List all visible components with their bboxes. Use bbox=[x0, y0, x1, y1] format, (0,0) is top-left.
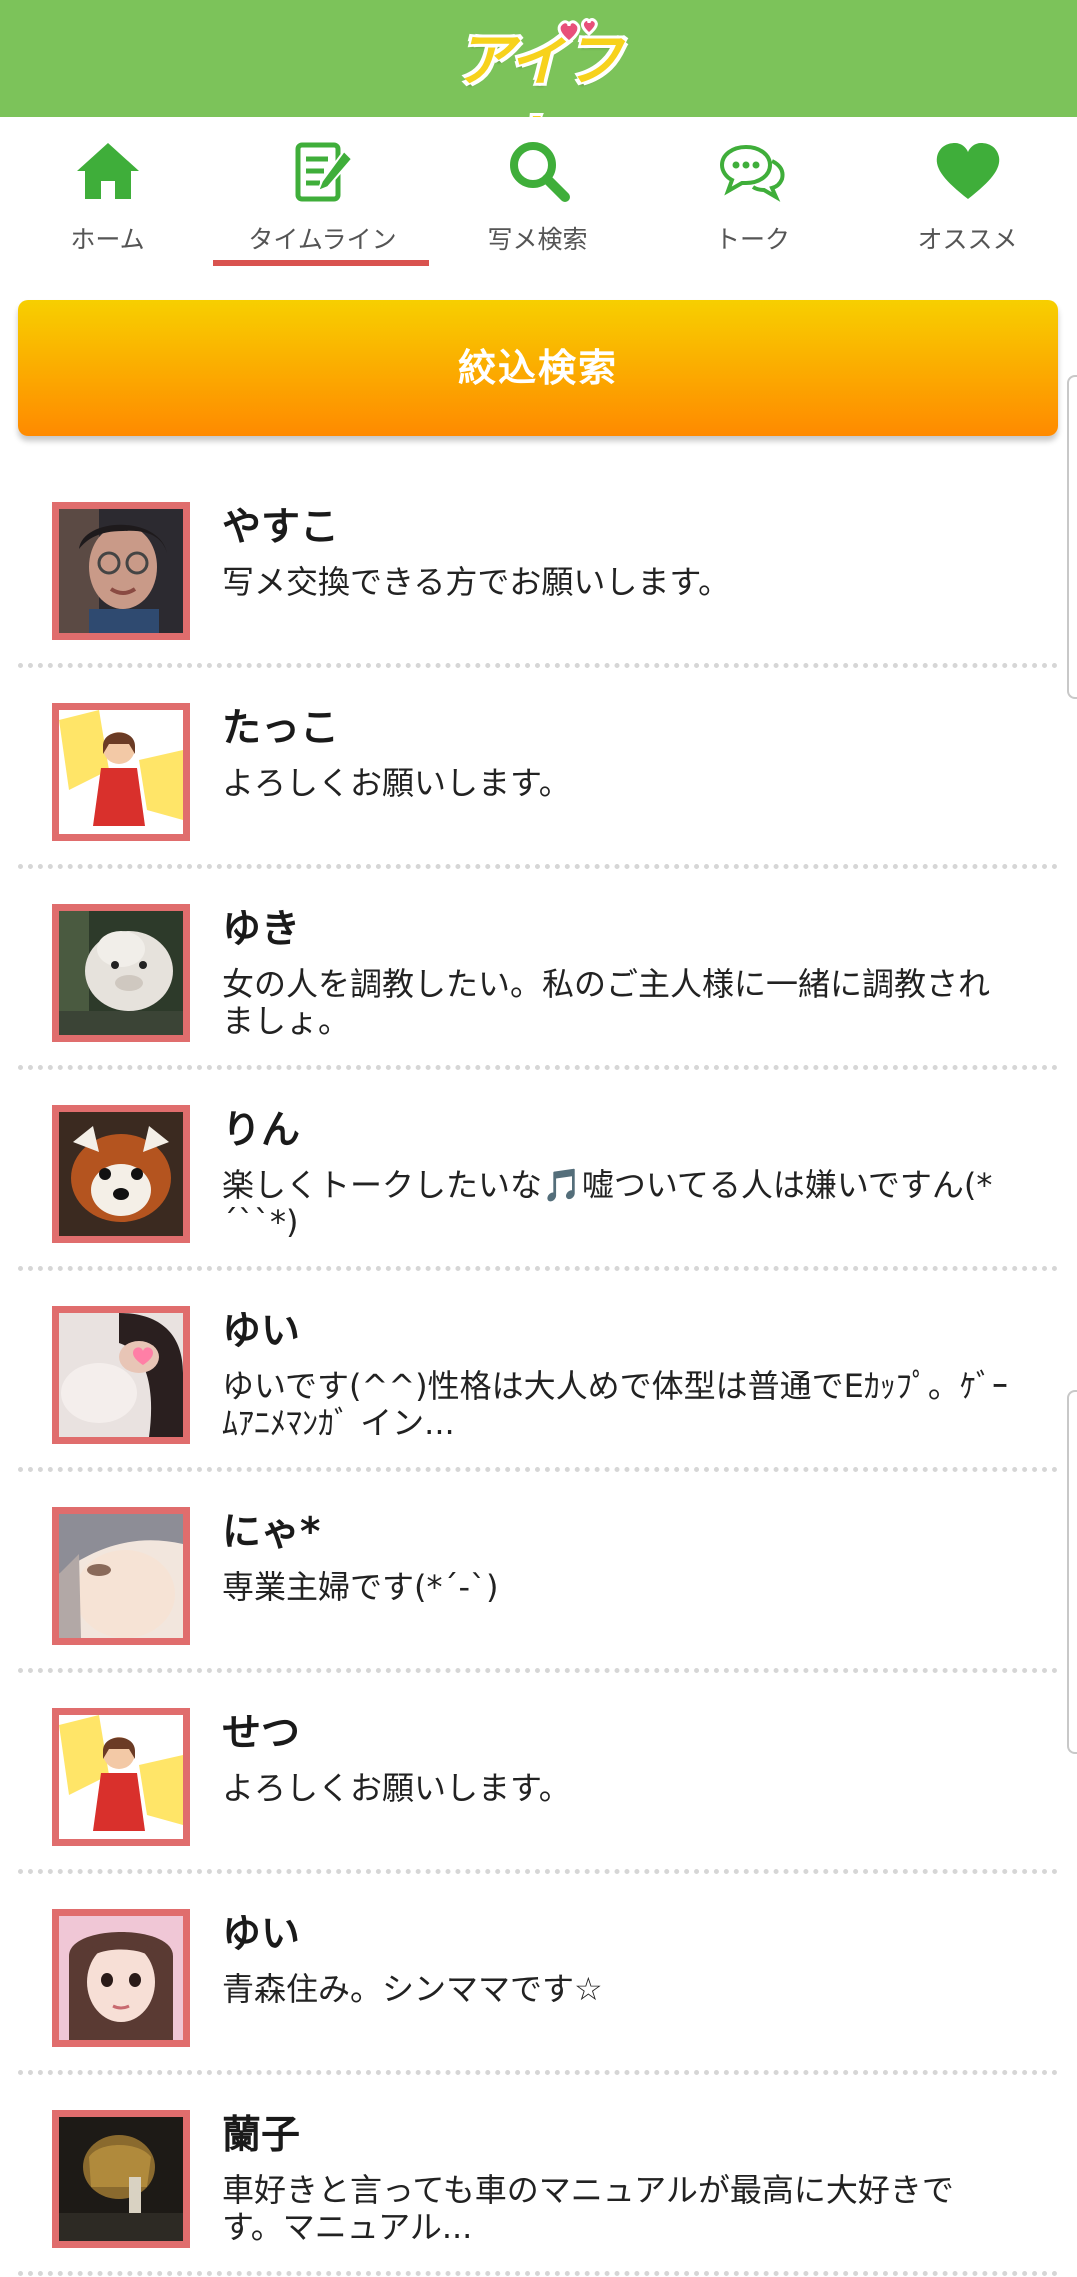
default-avatar-icon bbox=[59, 1715, 183, 1839]
timeline-icon bbox=[215, 137, 430, 209]
tab-talk-label: トーク bbox=[714, 225, 790, 254]
list-item[interactable]: ゆい ゆいです(^^)性格は大人めで体型は普通でEｶｯﾌﾟ。ｹﾞｰﾑｱﾆﾒﾏﾝｶ… bbox=[0, 1268, 1077, 1469]
avatar[interactable] bbox=[52, 2110, 190, 2248]
filter-search-button[interactable]: 絞込検索 bbox=[18, 300, 1058, 436]
tab-recommend[interactable]: オススメ bbox=[860, 117, 1075, 277]
post-author-name: せつ bbox=[222, 1711, 301, 1756]
avatar[interactable] bbox=[52, 1105, 190, 1243]
tab-photo-search[interactable]: 写メ検索 bbox=[430, 117, 645, 277]
post-author-name: りん bbox=[222, 1108, 301, 1153]
post-author-name: たっこ bbox=[222, 706, 340, 751]
avatar[interactable] bbox=[52, 1909, 190, 2047]
post-author-name: やすこ bbox=[222, 505, 340, 550]
heart-icon bbox=[860, 137, 1075, 209]
post-message: よろしくお願いします。 bbox=[222, 764, 571, 802]
avatar[interactable] bbox=[52, 1507, 190, 1645]
list-item[interactable]: やすこ 写メ交換できる方でお願いします。 bbox=[0, 464, 1077, 665]
list-item[interactable]: ゆき 女の人を調教したい。私のご主人様に一緒に調教されましょ。 bbox=[0, 866, 1077, 1067]
avatar[interactable] bbox=[52, 703, 190, 841]
list-item[interactable]: たっこ よろしくお願いします。 bbox=[0, 665, 1077, 866]
post-message: 楽しくトークしたいな🎵嘘ついてる人は嫌いですん(*´``*) bbox=[222, 1166, 993, 1241]
post-message: 女の人を調教したい。私のご主人様に一緒に調教されましょ。 bbox=[222, 965, 991, 1040]
avatar[interactable] bbox=[52, 904, 190, 1042]
list-item[interactable]: にゃ* 専業主婦です(*´-`) bbox=[0, 1469, 1077, 1670]
chat-icon bbox=[645, 137, 860, 209]
post-author-name: 蘭子 bbox=[222, 2113, 301, 2158]
avatar[interactable] bbox=[52, 1708, 190, 1846]
tab-talk[interactable]: トーク bbox=[645, 117, 860, 277]
avatar[interactable] bbox=[52, 502, 190, 640]
post-message: 青森住み。シンママです☆ bbox=[222, 1970, 603, 2008]
post-message: ゆいです(^^)性格は大人めで体型は普通でEｶｯﾌﾟ。ｹﾞｰﾑｱﾆﾒﾏﾝｶﾞ イ… bbox=[222, 1367, 1008, 1442]
list-item[interactable]: りん 楽しくトークしたいな🎵嘘ついてる人は嫌いですん(*´``*) bbox=[0, 1067, 1077, 1268]
avatar[interactable] bbox=[52, 1306, 190, 1444]
post-author-name: ゆき bbox=[222, 907, 301, 952]
scroll-edge-indicator[interactable] bbox=[1067, 1390, 1077, 1754]
tab-timeline-label: タイムライン bbox=[248, 225, 397, 254]
row-divider bbox=[18, 2271, 1058, 2276]
post-message: 車好きと言っても車のマニュアルが最高に大好きです。マニュアル... bbox=[222, 2171, 954, 2246]
default-avatar-icon bbox=[59, 710, 183, 834]
post-message: 専業主婦です(*´-`) bbox=[222, 1568, 499, 1606]
home-icon bbox=[0, 137, 215, 209]
post-message: 写メ交換できる方でお願いします。 bbox=[222, 563, 731, 601]
tab-home-label: ホーム bbox=[70, 225, 145, 254]
post-message: よろしくお願いします。 bbox=[222, 1769, 571, 1807]
tab-home[interactable]: ホーム bbox=[0, 117, 215, 277]
scroll-edge-indicator[interactable] bbox=[1067, 375, 1077, 699]
search-icon bbox=[430, 137, 645, 209]
post-author-name: ゆい bbox=[222, 1912, 301, 1957]
list-item[interactable]: ゆい 青森住み。シンママです☆ bbox=[0, 1871, 1077, 2072]
logo-hearts-icon bbox=[557, 18, 598, 44]
active-tab-indicator bbox=[213, 260, 429, 266]
tab-bar: ホーム タイムライン 写メ検索 トーク オススメ bbox=[0, 117, 1077, 277]
logo-text: アイフレ bbox=[455, 26, 622, 174]
app-header: アイフレ bbox=[0, 0, 1077, 174]
tab-recommend-label: オススメ bbox=[917, 225, 1018, 254]
app-logo[interactable]: アイフレ bbox=[0, 0, 1077, 174]
post-author-name: にゃ* bbox=[222, 1510, 321, 1555]
list-item[interactable]: 蘭子 車好きと言っても車のマニュアルが最高に大好きです。マニュアル... bbox=[0, 2072, 1077, 2273]
tab-timeline[interactable]: タイムライン bbox=[215, 117, 430, 277]
post-author-name: ゆい bbox=[222, 1309, 301, 1354]
tab-photo-search-label: 写メ検索 bbox=[487, 225, 588, 254]
list-item[interactable]: せつ よろしくお願いします。 bbox=[0, 1670, 1077, 1871]
